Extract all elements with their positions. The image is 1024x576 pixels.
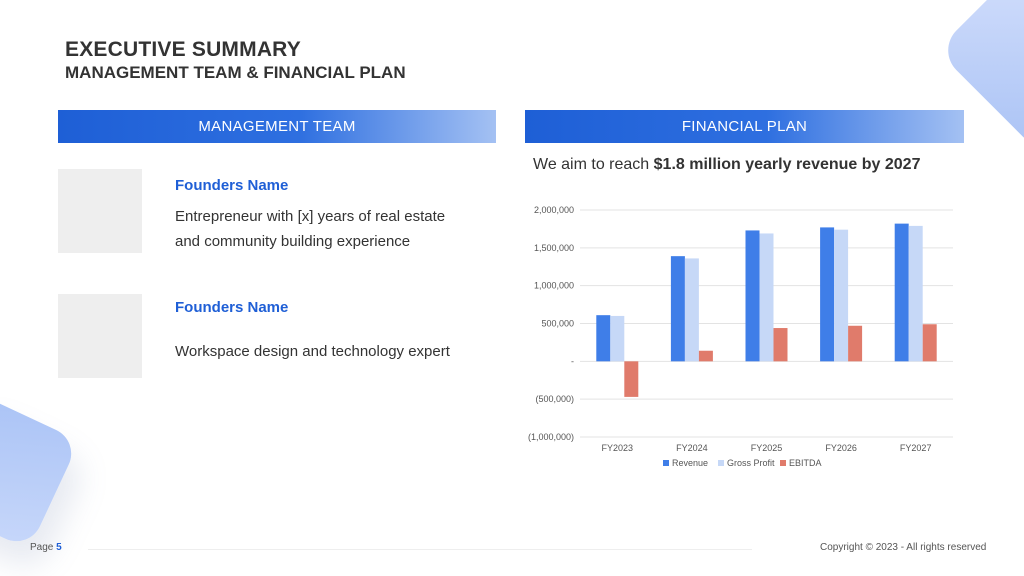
founder-description: Workspace design and technology expert: [175, 339, 495, 364]
page-subtitle: MANAGEMENT TEAM & FINANCIAL PLAN: [65, 63, 406, 82]
chart-x-tick-label: FY2023: [602, 443, 634, 453]
chart-legend-swatch: [718, 460, 724, 466]
founder-name: Founders Name: [175, 299, 289, 316]
founder-description-line: Entrepreneur with [x] years of real esta…: [175, 208, 446, 225]
management-team-heading: MANAGEMENT TEAM: [198, 118, 356, 135]
chart-bar: [759, 233, 774, 362]
chart-x-tick-label: FY2027: [900, 443, 932, 453]
chart-legend-label: Revenue: [672, 458, 708, 468]
chart-bar: [624, 361, 639, 397]
chart-bar: [596, 315, 611, 362]
chart-legend-label: EBITDA: [789, 458, 822, 468]
chart-bar: [922, 324, 937, 362]
copyright-notice: Copyright © 2023 - All rights reserved: [820, 542, 987, 553]
chart-bar: [610, 315, 625, 362]
chart-bar: [908, 225, 923, 362]
chart-legend-swatch: [663, 460, 669, 466]
financial-plan-header: FINANCIAL PLAN: [525, 110, 964, 143]
page-label: Page: [30, 542, 54, 553]
chart-y-tick-label: 1,500,000: [534, 243, 574, 253]
page-title: EXECUTIVE SUMMARY: [65, 38, 301, 61]
chart-y-tick-label: 2,000,000: [534, 205, 574, 215]
chart-bar: [848, 325, 863, 362]
chart-bar: [698, 350, 713, 362]
chart-bar: [773, 328, 788, 362]
chart-legend-swatch: [780, 460, 786, 466]
chart-bar: [834, 229, 849, 362]
footer-divider: [88, 549, 752, 550]
chart-legend-label: Gross Profit: [727, 458, 775, 468]
chart-bar: [745, 230, 760, 362]
decorative-shape-bottom-left: [0, 390, 80, 550]
chart-y-tick-label: (500,000): [535, 394, 574, 404]
revenue-goal-highlight: $1.8 million yearly revenue by 2027: [653, 156, 921, 173]
chart-y-tick-label: 1,000,000: [534, 281, 574, 291]
chart-bar: [820, 227, 835, 362]
management-team-header: MANAGEMENT TEAM: [58, 110, 496, 143]
chart-bar: [670, 256, 685, 362]
founder-description: Entrepreneur with [x] years of real esta…: [175, 204, 495, 254]
financial-plan-heading: FINANCIAL PLAN: [681, 118, 808, 135]
founder-photo-placeholder: [58, 294, 142, 378]
chart-y-tick-label: (1,000,000): [528, 432, 574, 442]
chart-x-tick-label: FY2026: [825, 443, 857, 453]
chart-bar: [894, 223, 909, 362]
revenue-goal-statement: We aim to reach $1.8 million yearly reve…: [533, 156, 920, 174]
financial-plan-bar-chart: 2,000,000 1,500,000 1,000,000 500,000 - (500,…: [528, 205, 953, 468]
chart-y-tick-label: 500,000: [541, 319, 574, 329]
chart-y-tick-label: -: [571, 356, 574, 366]
founder-photo-placeholder: [58, 169, 142, 253]
chart-x-tick-label: FY2025: [751, 443, 783, 453]
founder-name: Founders Name: [175, 177, 289, 194]
founder-description-line: and community building experience: [175, 233, 411, 250]
page-number: 5: [56, 542, 62, 553]
founder-description-line: Workspace design and technology expert: [175, 343, 450, 360]
revenue-goal-prefix: We aim to reach: [533, 156, 654, 173]
chart-bar: [684, 258, 699, 362]
chart-x-tick-label: FY2024: [676, 443, 708, 453]
page-indicator: Page 5: [30, 542, 62, 553]
